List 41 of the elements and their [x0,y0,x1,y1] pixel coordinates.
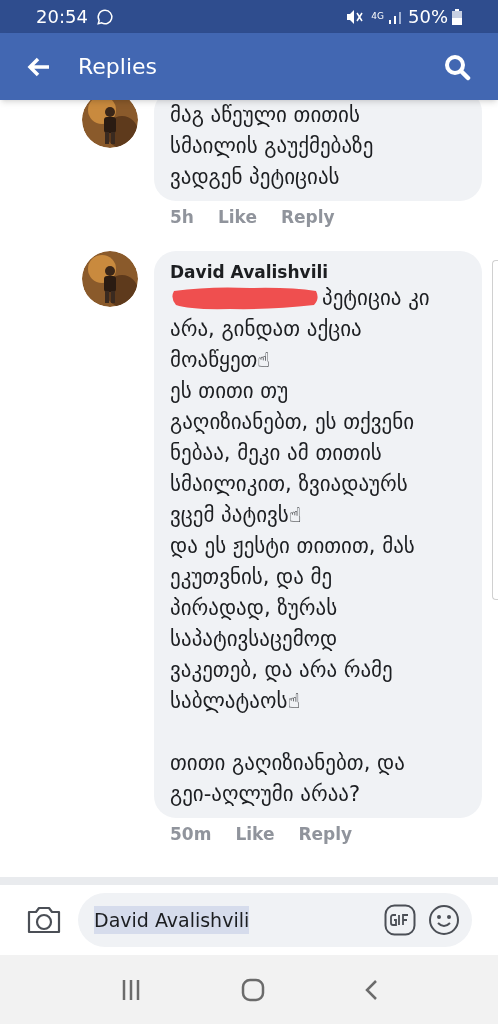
comment-text-line: ვაკეთებ, და არა რამე [170,656,393,684]
comment-text-line: პეტიცია კი [322,284,430,312]
signal-icon [388,9,404,24]
comment-text-line: ეს თითი თუ [170,377,289,405]
comment-text-line: პირადად, ზურას [170,594,338,622]
comment-text-line: ვცემ პატივს☝ [170,501,302,529]
comment-text-line: სმაილის გაუქმებაზე [170,133,374,160]
battery-icon [452,8,462,25]
gif-icon[interactable] [384,904,416,936]
like-link[interactable]: Like [235,821,275,847]
comment-text-line: და ეს ჟესტი თითით, მას [170,532,415,560]
back-nav-icon[interactable] [364,978,379,1001]
comment-text-line: მაგ აწეული თითის [170,102,360,129]
comment-text-line: ეკუთვნის, და მე [170,563,333,591]
mute-icon [345,8,364,25]
comment-text-line: თითი გაღიზიანებთ, და [170,749,405,777]
comment-text-line: ნებაა, მეკი ამ თითის [170,439,382,467]
home-icon[interactable] [241,977,265,1002]
comment-text-line: საპატივსაცემოდ [170,625,338,653]
comment-text-line: გაღიზიანებთ, ეს თქვენი [170,408,415,436]
input-value: David Avalishvili [94,905,250,935]
reply-link[interactable]: Reply [298,821,353,847]
comment-text-line: საბლატაოს☝ [170,687,301,715]
comment-text-line: გეი-აღლუმი არაა? [170,780,361,808]
comment-text-line: მოაწყეთ☝ [170,346,271,374]
author-name[interactable]: David Avalishvili [170,260,466,283]
comment-text-line: სმაილიკით, ზვიადაურს [170,470,408,498]
clock-time: 20:54 [36,5,88,29]
comment-time: 5h [170,206,194,229]
emoji-icon[interactable] [428,904,460,936]
comment-time: 50m [170,822,212,846]
camera-icon[interactable] [26,905,62,935]
comment-text-line: ვადგენ პეტიციას [170,164,340,191]
battery-level: 50% [408,5,448,29]
network-type: 4G [371,12,384,21]
comment-input-field[interactable]: David Avalishvili [78,893,472,947]
reply-link[interactable]: Reply [281,205,335,231]
like-link[interactable]: Like [217,205,257,231]
chat-bubble-icon [95,7,114,26]
comment-text-line: არა, გინდათ აქცია [170,315,362,343]
header-title: Replies [78,53,158,81]
